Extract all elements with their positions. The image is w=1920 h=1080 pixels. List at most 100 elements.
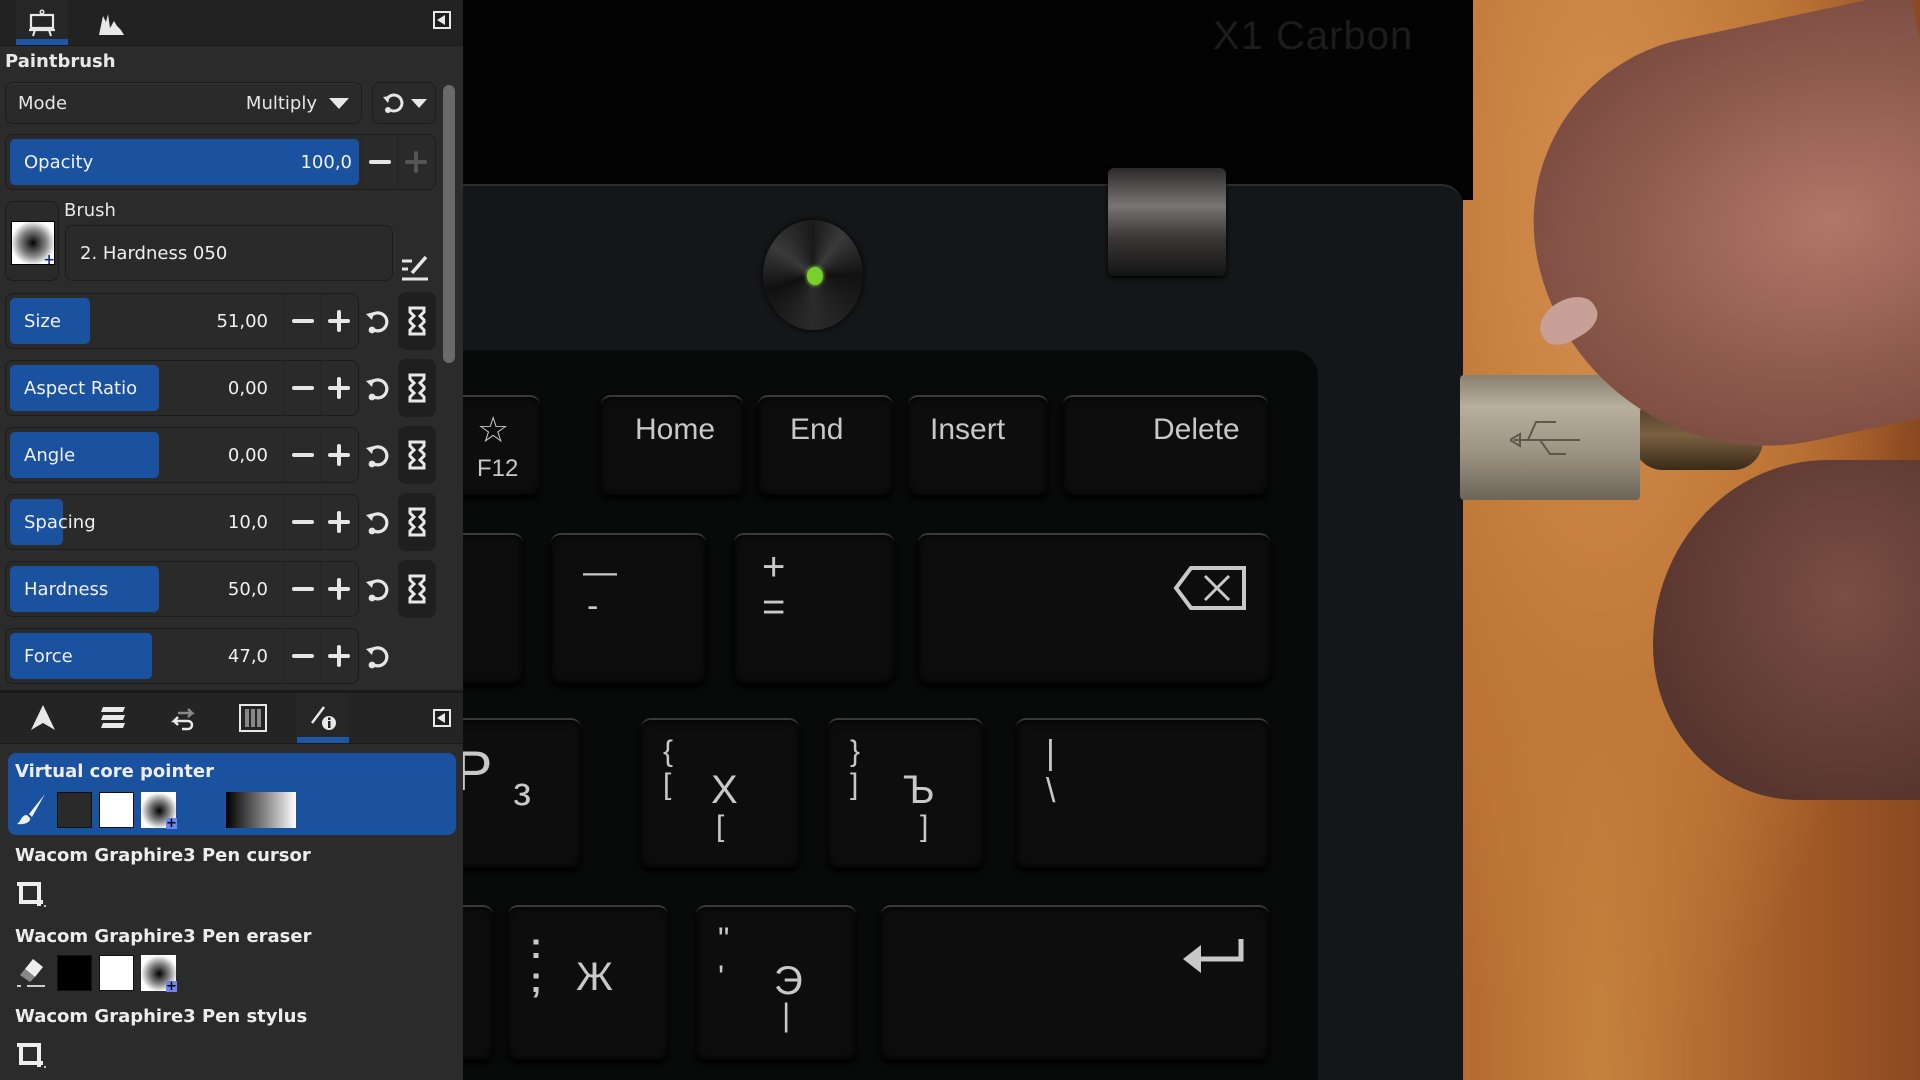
slider-spacing[interactable]: Spacing 10,0 xyxy=(5,494,359,550)
edit-brush-icon[interactable] xyxy=(400,253,432,283)
reset-icon[interactable] xyxy=(364,574,394,604)
decrease-button[interactable] xyxy=(284,562,320,616)
key-label: Insert xyxy=(930,413,1006,446)
tab-layers[interactable] xyxy=(87,693,139,743)
decrease-button[interactable] xyxy=(284,428,320,482)
collapse-dock-button-bottom[interactable] xyxy=(433,709,451,727)
plus-icon xyxy=(327,310,350,332)
reset-icon[interactable] xyxy=(364,440,394,470)
key-label: ] xyxy=(920,810,929,843)
collapse-dock-button[interactable] xyxy=(433,11,451,29)
reset-icon[interactable] xyxy=(364,641,394,671)
link-to-brush-default-icon[interactable] xyxy=(398,493,436,551)
image-canvas[interactable]: X1 Carbon ☆ F12 Home End Insert Delete —… xyxy=(463,0,1920,1080)
brand-text: X1 Carbon xyxy=(1213,14,1414,58)
increase-button[interactable] xyxy=(320,495,356,549)
slider-hardness[interactable]: Hardness 50,0 xyxy=(5,561,359,617)
brush-name-field[interactable]: 2. Hardness 050 xyxy=(65,225,393,281)
foreground-color-swatch[interactable] xyxy=(57,792,92,828)
link-to-brush-default-icon[interactable] xyxy=(398,426,436,484)
key-label: \ xyxy=(1046,772,1056,810)
increase-button[interactable] xyxy=(320,294,356,348)
laptop-hinge xyxy=(1108,168,1226,276)
plus-icon: + xyxy=(43,252,55,268)
usb-plug xyxy=(1460,375,1640,500)
key-label: ] xyxy=(850,768,859,801)
device-name: Wacom Graphire3 Pen stylus xyxy=(15,1006,308,1027)
tab-channels[interactable] xyxy=(227,693,279,743)
key-bracket-right: } ] Ъ ] xyxy=(828,718,983,868)
tab-tool-options-2[interactable] xyxy=(17,693,69,743)
decrease-button[interactable] xyxy=(284,629,320,683)
reset-icon[interactable] xyxy=(364,507,394,537)
opacity-increase-button[interactable] xyxy=(397,135,433,189)
slider-value: 47,0 xyxy=(227,645,268,667)
reset-icon[interactable] xyxy=(364,306,394,336)
brush-swatch[interactable]: + xyxy=(141,955,177,993)
plus-icon xyxy=(327,578,350,600)
decrease-button[interactable] xyxy=(284,495,320,549)
power-led xyxy=(807,267,823,285)
gradient-swatch[interactable] xyxy=(226,792,296,828)
foreground-color-swatch[interactable] xyxy=(57,955,92,991)
link-to-brush-default-icon[interactable] xyxy=(398,359,436,417)
key-insert: Insert xyxy=(908,395,1048,495)
minus-icon xyxy=(368,160,391,164)
key-minus: — - xyxy=(551,533,706,683)
tab-histogram[interactable] xyxy=(86,0,138,45)
brush-thumbnail: + xyxy=(11,221,55,268)
key-label: [ xyxy=(716,810,725,843)
link-to-brush-default-icon[interactable] xyxy=(398,560,436,618)
background-color-swatch[interactable] xyxy=(99,955,134,991)
dock-tabbar-top xyxy=(0,0,463,46)
mode-reset-menu-button[interactable] xyxy=(372,82,436,124)
slider-force[interactable]: Force 47,0 xyxy=(5,628,359,684)
decrease-button[interactable] xyxy=(284,294,320,348)
plus-icon xyxy=(327,511,350,533)
key-label: + xyxy=(762,545,786,589)
tab-tool-options[interactable] xyxy=(16,0,68,45)
key-label: ; xyxy=(530,959,542,1000)
slider-aspect-ratio[interactable]: Aspect Ratio 0,00 xyxy=(5,360,359,416)
arrow-pointer-icon xyxy=(31,705,55,730)
opacity-decrease-button[interactable] xyxy=(361,135,397,189)
opacity-slider[interactable]: Opacity 100,0 xyxy=(5,134,436,190)
tab-device-status[interactable] xyxy=(297,693,349,743)
increase-button[interactable] xyxy=(320,361,356,415)
key-p: P з xyxy=(463,718,581,868)
key-f12: ☆ F12 xyxy=(463,395,540,495)
brush-preview-button[interactable]: + xyxy=(5,201,59,281)
minus-icon xyxy=(291,587,314,591)
key-label: X xyxy=(711,768,738,812)
mode-combo[interactable]: Mode Multiply xyxy=(5,82,362,124)
plus-icon xyxy=(404,151,427,173)
slider-value: 50,0 xyxy=(227,578,268,600)
decrease-button[interactable] xyxy=(284,361,320,415)
key-label: F12 xyxy=(477,455,519,482)
slider-angle[interactable]: Angle 0,00 xyxy=(5,427,359,483)
key-label: End xyxy=(790,413,844,446)
histogram-icon xyxy=(99,13,124,35)
slider-size[interactable]: Size 51,00 xyxy=(5,293,359,349)
key-quote: " ' Э | xyxy=(696,905,856,1060)
background-color-swatch[interactable] xyxy=(99,792,134,828)
key-label: з xyxy=(513,770,532,814)
increase-button[interactable] xyxy=(320,428,356,482)
scrollbar-thumb[interactable] xyxy=(443,85,455,363)
link-to-brush-default-icon[interactable] xyxy=(398,292,436,350)
brush-label: Brush xyxy=(64,200,116,221)
opacity-value: 100,0 xyxy=(300,151,352,173)
key-label: Ж xyxy=(576,955,613,999)
plus-icon xyxy=(327,444,350,466)
increase-button[interactable] xyxy=(320,629,356,683)
slider-value: 0,00 xyxy=(227,377,268,399)
brush-swatch[interactable]: + xyxy=(141,792,177,830)
star-icon: ☆ xyxy=(477,409,510,450)
increase-button[interactable] xyxy=(320,562,356,616)
reset-icon[interactable] xyxy=(364,373,394,403)
undo-history-icon xyxy=(170,708,196,731)
tab-undo-history[interactable] xyxy=(157,693,209,743)
reset-icon xyxy=(383,93,404,113)
device-name: Virtual core pointer xyxy=(15,761,214,782)
tool-options-dock: Paintbrush Mode Multiply Opacity 100,0 +… xyxy=(0,0,463,1080)
